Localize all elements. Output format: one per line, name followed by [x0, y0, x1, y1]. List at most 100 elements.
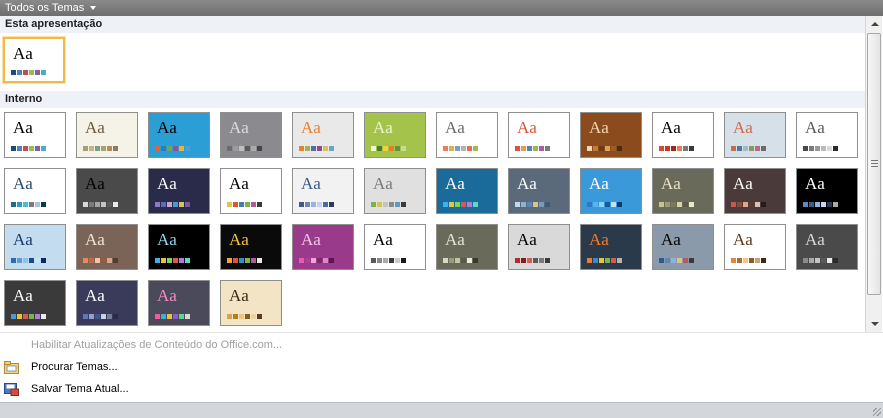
- color-swatch: [599, 146, 604, 151]
- theme-thumbnail[interactable]: Aa: [292, 224, 354, 270]
- color-swatch: [665, 146, 670, 151]
- theme-thumbnail[interactable]: Aa: [4, 168, 66, 214]
- theme-thumbnail[interactable]: Aa: [508, 168, 570, 214]
- theme-sample-text: Aa: [733, 174, 753, 193]
- color-swatch: [527, 258, 532, 263]
- menu-item-save-theme[interactable]: Salvar Tema Atual...: [0, 379, 883, 401]
- color-swatch: [749, 258, 754, 263]
- menu-item-enable-updates[interactable]: Habilitar Atualizações de Conteúdo do Of…: [0, 335, 883, 357]
- theme-thumbnail[interactable]: Aa: [220, 168, 282, 214]
- theme-thumbnail[interactable]: Aa: [364, 112, 426, 158]
- color-swatch: [167, 314, 172, 319]
- dropdown-arrow-icon[interactable]: [90, 6, 96, 10]
- theme-thumbnail[interactable]: Aa: [292, 112, 354, 158]
- color-swatches: [227, 202, 262, 207]
- color-swatch: [761, 202, 766, 207]
- menu-item-label: Salvar Tema Atual...: [31, 383, 129, 395]
- theme-thumbnail[interactable]: Aa: [436, 168, 498, 214]
- theme-thumbnail[interactable]: Aa: [3, 37, 65, 83]
- color-swatches: [11, 202, 46, 207]
- scroll-thumb[interactable]: [867, 33, 881, 295]
- color-swatch: [35, 202, 40, 207]
- color-swatch: [185, 258, 190, 263]
- theme-sample-text: Aa: [733, 230, 753, 249]
- theme-thumbnail[interactable]: Aa: [148, 280, 210, 326]
- theme-thumbnail[interactable]: Aa: [508, 224, 570, 270]
- theme-thumbnail[interactable]: Aa: [4, 280, 66, 326]
- theme-thumbnail[interactable]: Aa: [796, 224, 858, 270]
- color-swatch: [173, 258, 178, 263]
- theme-thumbnail[interactable]: Aa: [724, 224, 786, 270]
- color-swatches: [227, 314, 262, 319]
- theme-thumbnail[interactable]: Aa: [4, 224, 66, 270]
- gallery-title-bar[interactable]: Todos os Temas: [0, 0, 883, 16]
- theme-thumbnail[interactable]: Aa: [796, 168, 858, 214]
- theme-thumbnail[interactable]: Aa: [76, 280, 138, 326]
- color-swatch: [611, 258, 616, 263]
- theme-thumbnail[interactable]: Aa: [364, 168, 426, 214]
- theme-thumbnail[interactable]: Aa: [724, 112, 786, 158]
- color-swatch: [317, 258, 322, 263]
- color-swatch: [755, 202, 760, 207]
- gallery-scrollbar[interactable]: [865, 16, 882, 332]
- theme-thumbnail[interactable]: Aa: [4, 112, 66, 158]
- theme-thumbnail[interactable]: Aa: [76, 168, 138, 214]
- theme-sample-text: Aa: [13, 230, 33, 249]
- resize-grip-icon[interactable]: [873, 408, 881, 416]
- theme-thumbnail[interactable]: Aa: [796, 112, 858, 158]
- menu-item-browse-themes[interactable]: Procurar Temas...: [0, 357, 883, 379]
- color-swatch: [449, 258, 454, 263]
- color-swatch: [389, 202, 394, 207]
- theme-thumbnail[interactable]: Aa: [436, 224, 498, 270]
- theme-thumbnail[interactable]: Aa: [220, 280, 282, 326]
- color-swatch: [41, 146, 46, 151]
- theme-thumbnail[interactable]: Aa: [580, 224, 642, 270]
- color-swatch: [389, 258, 394, 263]
- theme-thumbnail[interactable]: Aa: [580, 112, 642, 158]
- theme-thumbnail[interactable]: Aa: [652, 168, 714, 214]
- theme-thumbnail[interactable]: Aa: [724, 168, 786, 214]
- color-swatch: [179, 258, 184, 263]
- color-swatch: [755, 146, 760, 151]
- theme-thumbnail[interactable]: Aa: [148, 112, 210, 158]
- color-swatches: [11, 314, 46, 319]
- theme-thumbnail[interactable]: Aa: [652, 224, 714, 270]
- theme-thumbnail[interactable]: Aa: [364, 224, 426, 270]
- theme-thumbnail[interactable]: Aa: [148, 168, 210, 214]
- color-swatch: [383, 258, 388, 263]
- theme-thumbnail[interactable]: Aa: [220, 224, 282, 270]
- theme-thumbnail[interactable]: Aa: [76, 224, 138, 270]
- color-swatch: [35, 314, 40, 319]
- theme-thumbnail[interactable]: Aa: [580, 168, 642, 214]
- theme-sample-text: Aa: [445, 230, 465, 249]
- color-swatch: [305, 258, 310, 263]
- theme-thumbnail[interactable]: Aa: [436, 112, 498, 158]
- color-swatch: [737, 146, 742, 151]
- color-swatch: [401, 146, 406, 151]
- color-swatch: [731, 258, 736, 263]
- color-swatch: [161, 258, 166, 263]
- color-swatches: [803, 258, 838, 263]
- color-swatch: [17, 146, 22, 151]
- theme-sample-text: Aa: [661, 230, 681, 249]
- theme-sample-text: Aa: [229, 286, 249, 305]
- theme-sample-text: Aa: [733, 118, 753, 137]
- scroll-up-button[interactable]: [866, 16, 882, 32]
- color-swatch: [233, 314, 238, 319]
- color-swatch: [587, 258, 592, 263]
- theme-thumbnail[interactable]: Aa: [292, 168, 354, 214]
- color-swatch: [749, 202, 754, 207]
- theme-thumbnail[interactable]: Aa: [652, 112, 714, 158]
- scroll-down-button[interactable]: [866, 316, 882, 332]
- theme-thumbnail[interactable]: Aa: [148, 224, 210, 270]
- theme-sample-text: Aa: [13, 286, 33, 305]
- theme-thumbnail[interactable]: Aa: [76, 112, 138, 158]
- color-swatch: [473, 146, 478, 151]
- theme-thumbnail[interactable]: Aa: [508, 112, 570, 158]
- theme-thumbnail[interactable]: Aa: [220, 112, 282, 158]
- theme-sample-text: Aa: [85, 118, 105, 137]
- color-swatch: [389, 146, 394, 151]
- color-swatch: [737, 202, 742, 207]
- color-swatches: [155, 202, 190, 207]
- color-swatch: [611, 202, 616, 207]
